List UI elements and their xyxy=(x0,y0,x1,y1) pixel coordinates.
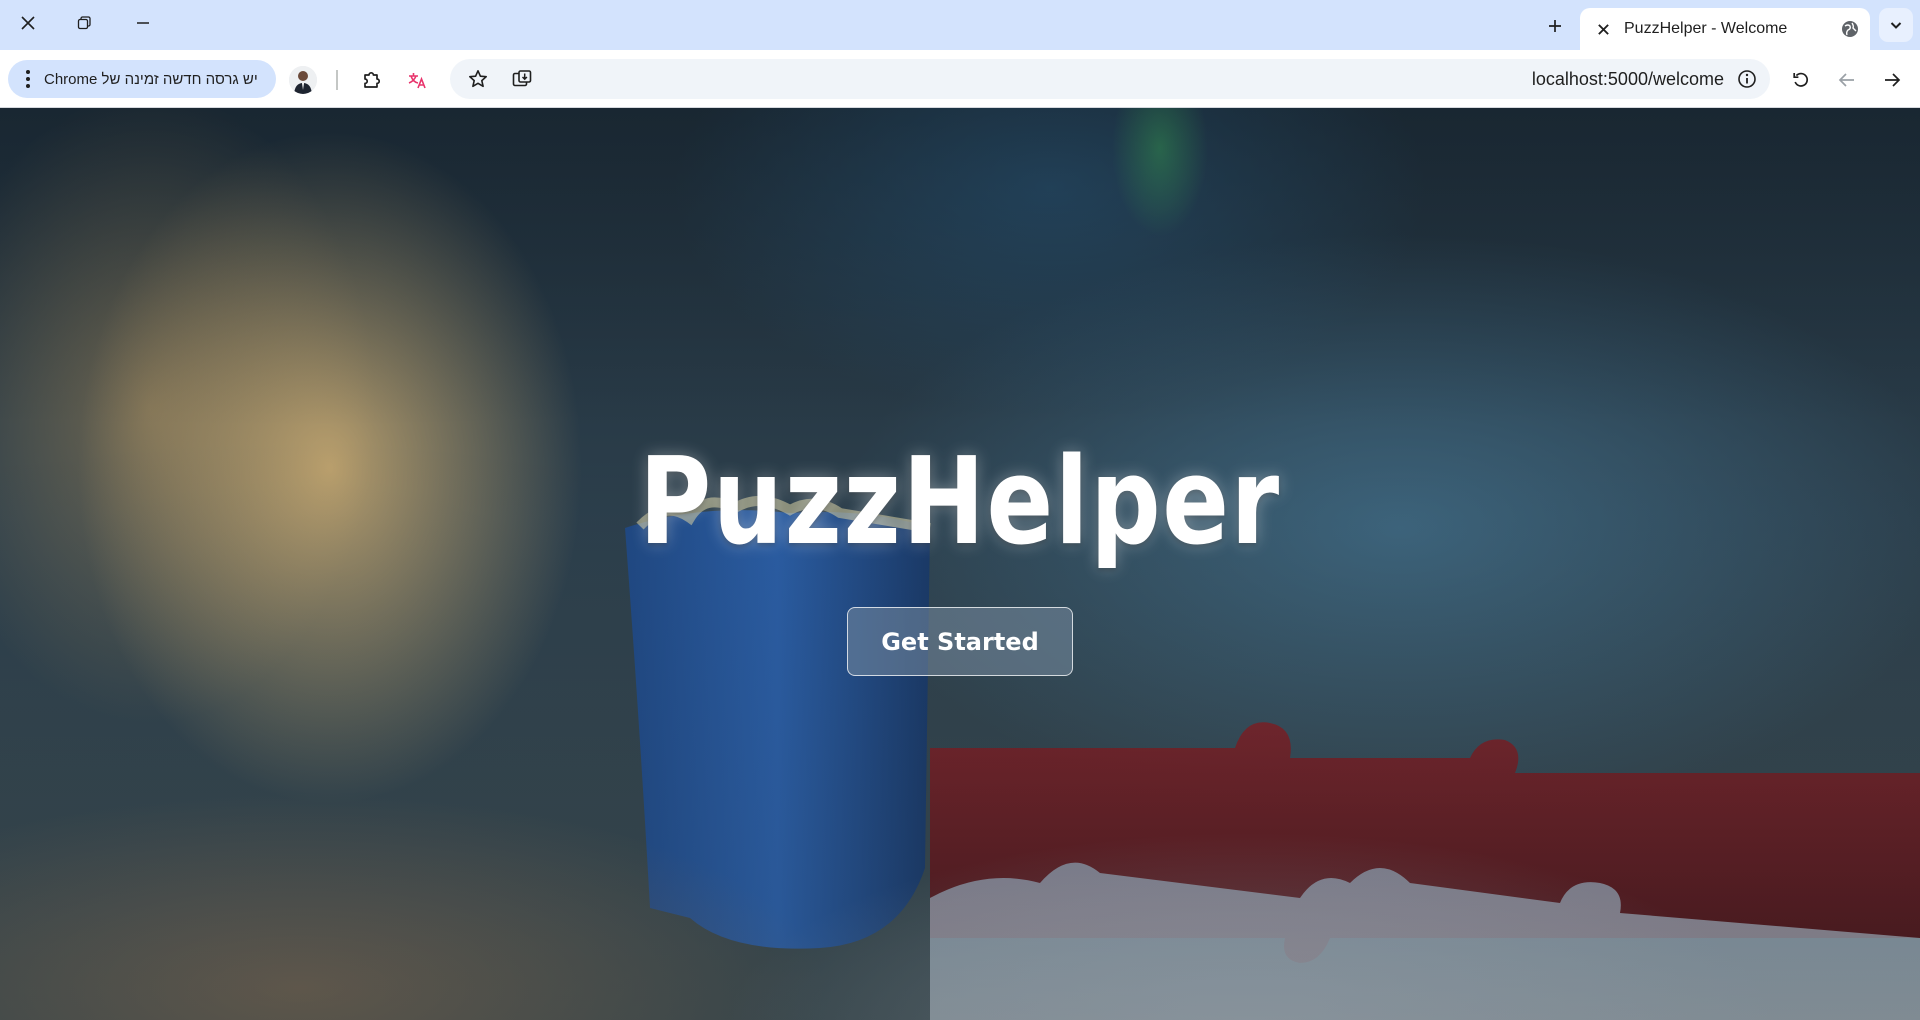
restore-icon xyxy=(77,16,91,30)
update-chip-label: יש גרסה חדשה זמינה של Chrome xyxy=(44,70,258,88)
close-window-button[interactable] xyxy=(0,0,56,46)
close-icon xyxy=(21,16,35,30)
puzzle-piece-icon xyxy=(364,71,381,88)
minimize-window-button[interactable] xyxy=(115,0,171,46)
address-bar[interactable]: localhost:5000/welcome xyxy=(450,59,1770,99)
page-title: PuzzHelper xyxy=(639,433,1281,572)
tab-title: PuzzHelper - Welcome xyxy=(1624,20,1788,37)
tab-search-button[interactable] xyxy=(1879,8,1913,42)
page-viewport: PuzzHelper Get Started xyxy=(0,108,1920,1020)
info-icon xyxy=(1738,70,1756,88)
reload-icon xyxy=(1793,72,1808,87)
tab-close-button[interactable] xyxy=(1592,18,1614,40)
new-tab-button[interactable] xyxy=(1540,11,1570,41)
install-app-icon xyxy=(512,70,532,87)
translate-icon xyxy=(408,73,426,89)
translate-extension-button[interactable] xyxy=(403,66,431,94)
tab-puzzhelper-welcome[interactable]: PuzzHelper - Welcome xyxy=(1580,8,1870,50)
extensions-button[interactable] xyxy=(358,66,386,94)
chrome-update-chip[interactable]: יש גרסה חדשה זמינה של Chrome xyxy=(8,60,276,98)
more-vert-icon xyxy=(22,70,34,88)
minimize-icon xyxy=(137,22,149,24)
globe-icon xyxy=(1840,19,1860,39)
close-icon xyxy=(1597,23,1609,35)
url-text[interactable]: localhost:5000/welcome xyxy=(1532,69,1724,90)
chevron-down-icon xyxy=(1890,22,1902,29)
forward-button[interactable] xyxy=(1878,66,1906,94)
tab-strip: PuzzHelper - Welcome xyxy=(0,0,1920,50)
plus-icon xyxy=(1549,20,1561,32)
restore-window-button[interactable] xyxy=(56,0,112,46)
toolbar-divider xyxy=(336,70,338,90)
site-info-button[interactable] xyxy=(1736,68,1758,90)
arrow-forward-icon xyxy=(1885,73,1901,87)
reload-button[interactable] xyxy=(1787,66,1815,94)
profile-avatar[interactable] xyxy=(289,66,317,94)
install-app-button[interactable] xyxy=(508,65,536,93)
star-icon xyxy=(469,70,487,88)
arrow-back-icon xyxy=(1838,73,1854,87)
back-button[interactable] xyxy=(1833,66,1861,94)
get-started-button[interactable]: Get Started xyxy=(847,607,1073,676)
bookmark-star-button[interactable] xyxy=(464,65,492,93)
browser-toolbar: יש גרסה חדשה זמינה של Chrome localhost:5… xyxy=(0,50,1920,108)
